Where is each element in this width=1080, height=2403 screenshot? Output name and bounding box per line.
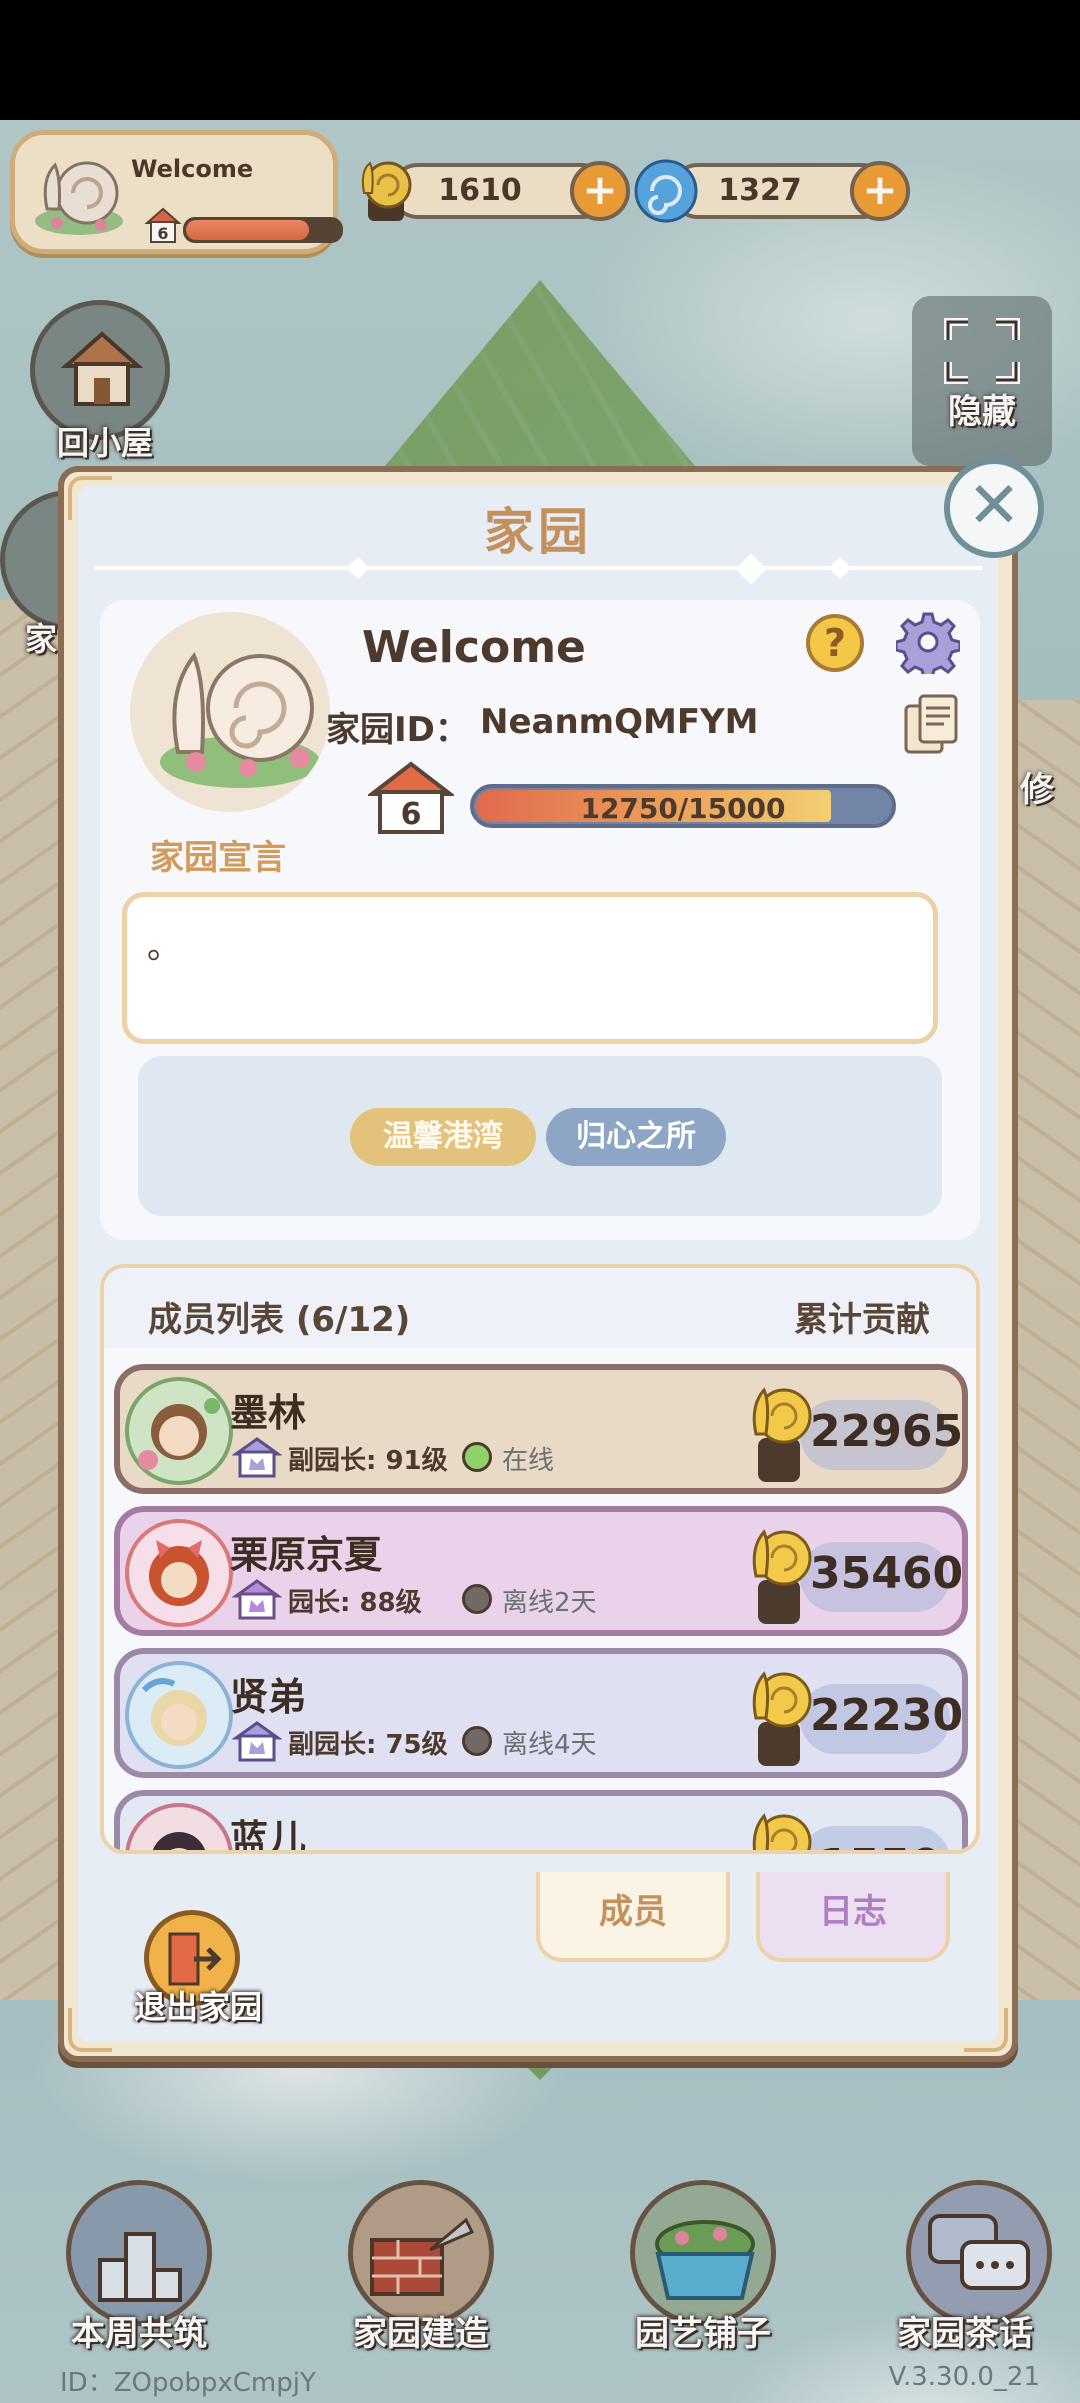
- vice-leader-badge-icon: [232, 1437, 282, 1478]
- corner-ornament: [964, 2008, 1008, 2052]
- dialog-title: 家园: [484, 503, 592, 561]
- member-name: 栗原京夏: [230, 1533, 383, 1577]
- member-role: 园长: 88级: [288, 1588, 422, 1618]
- exit-home-button[interactable]: 退出家园: [118, 1906, 288, 2046]
- home-avatar[interactable]: [130, 612, 330, 812]
- declaration-box[interactable]: 。: [122, 892, 938, 1044]
- home-level-house-icon: 6: [368, 761, 454, 834]
- declaration-label: 家园宣言: [150, 838, 286, 878]
- close-button[interactable]: ✕: [944, 458, 1044, 558]
- member-status: 离线4天: [502, 1730, 597, 1760]
- offline-status-dot: [462, 1726, 492, 1756]
- home-tag: 温馨港湾: [350, 1108, 536, 1166]
- home-tags-box: 温馨港湾 归心之所: [138, 1056, 942, 1216]
- member-avatar: [125, 1377, 233, 1485]
- member-name: 贤弟: [230, 1675, 307, 1719]
- help-icon[interactable]: ?: [806, 614, 864, 672]
- member-list-title: 成员列表 (6/12): [148, 1300, 411, 1340]
- member-role: 副园长: 75级: [288, 1730, 448, 1760]
- member-list[interactable]: 成员列表 (6/12) 累计贡献 墨林 副园长: 91级 在线 22965 栗原…: [100, 1264, 980, 1854]
- contribution-header: 累计贡献: [794, 1300, 930, 1340]
- home-name: Welcome: [362, 622, 586, 673]
- declaration-text: 。: [147, 927, 181, 967]
- leader-badge-icon: [232, 1579, 282, 1620]
- status-bar: [0, 0, 1080, 120]
- member-contribution: 22965: [810, 1406, 964, 1457]
- member-name: 蓝儿: [230, 1817, 307, 1854]
- tab-log[interactable]: 日志: [756, 1872, 950, 1962]
- member-list-header: 成员列表 (6/12) 累计贡献: [104, 1268, 976, 1348]
- gear-icon[interactable]: [896, 610, 960, 674]
- online-status-dot: [462, 1442, 492, 1472]
- home-id: NeanmQMFYM: [480, 702, 759, 742]
- vice-leader-badge-icon: [232, 1721, 282, 1762]
- snail-avatar-icon: [160, 652, 320, 788]
- member-status: 在线: [502, 1446, 555, 1476]
- member-avatar: [125, 1519, 233, 1627]
- member-contribution: 35460: [810, 1548, 964, 1599]
- member-row[interactable]: 贤弟 副园长: 75级 离线4天 22230: [114, 1648, 968, 1778]
- member-status: 离线2天: [502, 1588, 597, 1618]
- member-name: 墨林: [230, 1391, 307, 1435]
- home-exp-text: 12750/15000: [580, 792, 786, 825]
- copy-icon[interactable]: [902, 694, 960, 756]
- home-level: 6: [401, 797, 422, 832]
- offline-status-dot: [462, 1584, 492, 1614]
- member-row[interactable]: 墨林 副园长: 91级 在线 22965: [114, 1364, 968, 1494]
- home-tag: 归心之所: [546, 1108, 726, 1166]
- member-avatar: [125, 1661, 233, 1769]
- corner-ornament: [68, 2008, 112, 2052]
- exit-home-label: 退出家园: [133, 1988, 262, 2026]
- snail-coin-icon: [752, 1813, 812, 1850]
- member-contribution: 22230: [810, 1690, 964, 1741]
- tab-members[interactable]: 成员: [536, 1872, 730, 1962]
- snail-coin-icon: [752, 1529, 812, 1624]
- member-avatar: [125, 1803, 233, 1850]
- exit-door-icon: [168, 1932, 222, 1986]
- snail-coin-icon: [752, 1671, 812, 1766]
- member-role: 副园长: 91级: [288, 1446, 448, 1476]
- home-id-label: 家园ID：: [326, 710, 469, 750]
- snail-coin-icon: [752, 1387, 812, 1482]
- member-contribution: 1550: [810, 1840, 950, 1850]
- home-exp-bar: 12750/15000: [470, 784, 896, 828]
- member-row[interactable]: 栗原京夏 园长: 88级 离线2天 35460: [114, 1506, 968, 1636]
- member-row[interactable]: 蓝儿 1550: [114, 1790, 968, 1854]
